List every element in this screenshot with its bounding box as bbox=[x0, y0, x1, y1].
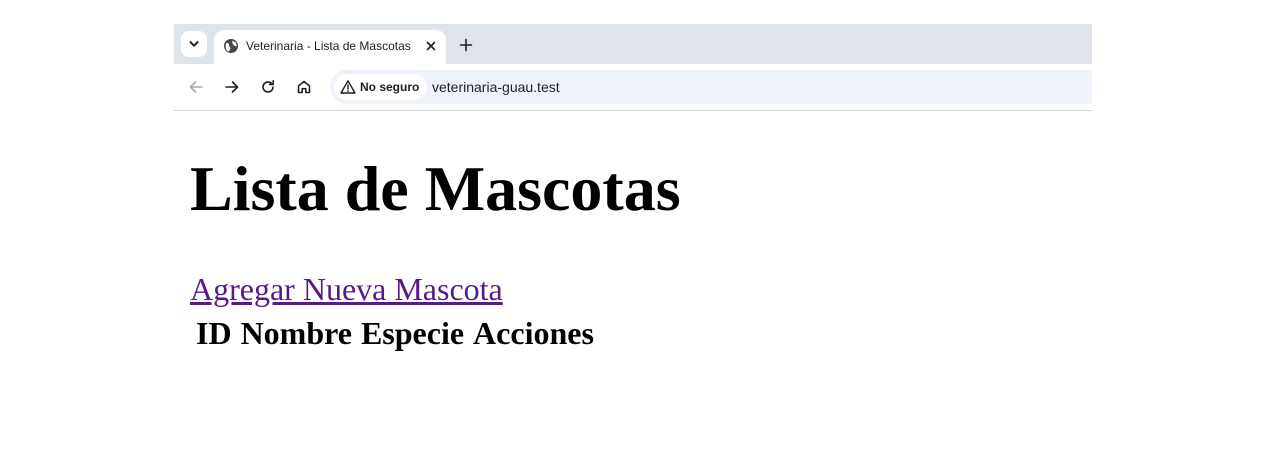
reload-icon bbox=[262, 80, 274, 93]
tab-title: Veterinaria - Lista de Mascotas bbox=[246, 39, 411, 53]
table-header-row: ID Nombre Especie Acciones bbox=[196, 315, 594, 351]
address-bar[interactable]: No seguro veterinaria-guau.test bbox=[330, 70, 1092, 104]
warning-icon bbox=[340, 80, 356, 94]
tab-close-button[interactable] bbox=[422, 37, 440, 55]
page-title: Lista de Mascotas bbox=[190, 153, 681, 224]
column-header-id: ID bbox=[196, 315, 232, 351]
tab-active[interactable]: Veterinaria - Lista de Mascotas bbox=[214, 30, 446, 64]
forward-button[interactable] bbox=[221, 76, 243, 98]
arrow-right-icon bbox=[225, 81, 239, 93]
arrow-left-icon bbox=[189, 81, 203, 93]
security-label: No seguro bbox=[360, 80, 420, 94]
globe-icon bbox=[224, 39, 238, 53]
new-tab-button[interactable] bbox=[454, 33, 478, 57]
back-button[interactable] bbox=[185, 76, 207, 98]
add-pet-link[interactable]: Agregar Nueva Mascota bbox=[190, 271, 503, 307]
chevron-down-icon bbox=[189, 41, 199, 47]
url-text[interactable]: veterinaria-guau.test bbox=[432, 79, 560, 95]
home-icon bbox=[297, 80, 311, 94]
column-header-nombre: Nombre bbox=[240, 315, 352, 351]
column-header-acciones: Acciones bbox=[473, 315, 594, 351]
tab-strip: Veterinaria - Lista de Mascotas bbox=[174, 24, 1092, 64]
home-button[interactable] bbox=[293, 76, 315, 98]
reload-button[interactable] bbox=[257, 76, 279, 98]
tab-search-button[interactable] bbox=[181, 31, 207, 57]
security-chip[interactable]: No seguro bbox=[334, 74, 428, 100]
browser-toolbar: No seguro veterinaria-guau.test bbox=[174, 64, 1092, 111]
close-icon bbox=[426, 41, 436, 51]
browser-window: Veterinaria - Lista de Mascotas No segur… bbox=[174, 24, 1092, 454]
column-header-especie: Especie bbox=[360, 315, 465, 351]
plus-icon bbox=[459, 38, 473, 52]
